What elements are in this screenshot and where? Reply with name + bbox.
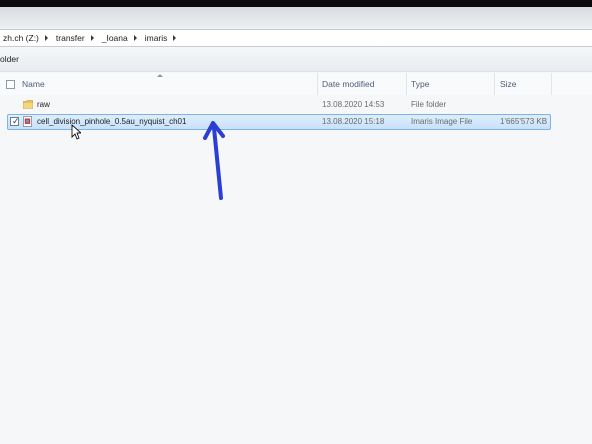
column-header-name[interactable]: Name [22, 73, 45, 95]
column-headers: Name Date modified Type Size [0, 73, 592, 95]
column-divider[interactable] [494, 73, 495, 95]
chevron-right-icon[interactable] [44, 35, 48, 41]
window-chrome [0, 7, 592, 30]
breadcrumb-drive-label: zh.ch (Z:) [3, 33, 39, 43]
file-type: File folder [411, 100, 447, 109]
file-name[interactable]: raw [37, 97, 50, 113]
column-header-size[interactable]: Size [500, 73, 517, 95]
annotation-arrow-icon [203, 121, 225, 200]
new-folder-button[interactable]: older [0, 54, 19, 64]
breadcrumb-imaris-label: imaris [144, 33, 168, 43]
checkmark-icon: ✓ [12, 116, 20, 126]
column-header-date[interactable]: Date modified [322, 73, 374, 95]
file-date: 13.08.2020 15:18 [322, 117, 385, 126]
file-row-raw[interactable]: raw 13.08.2020 14:53 File folder [0, 97, 592, 113]
breadcrumb-ioana[interactable]: _Ioana [99, 33, 131, 43]
breadcrumb-imaris[interactable]: imaris [142, 33, 171, 43]
imaris-file-icon [23, 116, 32, 127]
chevron-right-icon[interactable] [133, 35, 137, 41]
file-row-cell-division[interactable]: ✓ cell_division_pinhole_0.5au_nyquist_ch… [0, 114, 592, 130]
breadcrumb-drive[interactable]: zh.ch (Z:) [0, 33, 42, 43]
select-all-checkbox[interactable] [6, 80, 15, 89]
file-date: 13.08.2020 14:53 [322, 100, 385, 109]
file-size: 1'665'573 KB [500, 117, 548, 126]
file-type: Imaris Image File [411, 117, 473, 126]
mouse-cursor-icon [71, 124, 81, 140]
window-top-edge [0, 0, 592, 7]
column-divider[interactable] [551, 73, 552, 95]
command-toolbar: older [0, 47, 592, 72]
breadcrumb-transfer[interactable]: transfer [53, 33, 88, 43]
folder-icon [23, 100, 33, 109]
sort-ascending-icon [157, 74, 163, 77]
column-divider[interactable] [317, 73, 318, 95]
breadcrumb-ioana-label: _Ioana [101, 33, 128, 43]
row-checkbox[interactable]: ✓ [10, 116, 20, 126]
address-bar[interactable]: zh.ch (Z:) transfer _Ioana imaris [0, 29, 592, 47]
chevron-right-icon[interactable] [173, 35, 177, 41]
breadcrumb-transfer-label: transfer [55, 33, 85, 43]
column-header-type[interactable]: Type [411, 73, 429, 95]
file-name[interactable]: cell_division_pinhole_0.5au_nyquist_ch01 [37, 114, 186, 130]
column-divider[interactable] [406, 73, 407, 95]
chevron-right-icon[interactable] [90, 35, 94, 41]
